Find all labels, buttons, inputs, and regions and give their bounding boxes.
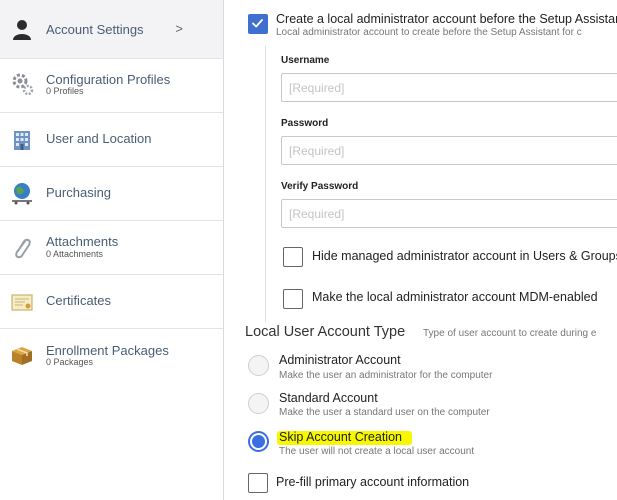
sidebar-item-account-settings[interactable]: Account Settings > [0,0,223,59]
administrator-account-label: Administrator Account [279,353,401,367]
standard-account-description: Make the user a standard user on the com… [279,407,490,418]
password-field[interactable] [281,136,617,165]
sidebar-item-configuration-profiles[interactable]: Configuration Profiles 0 Profiles [0,59,223,113]
sidebar-item-count: 0 Packages [46,357,94,367]
skip-account-creation-description: The user will not create a local user ac… [279,446,475,457]
sidebar-item-count: 0 Attachments [46,249,104,259]
create-admin-description: Local administrator account to create be… [276,27,582,38]
radio-skip-account-creation[interactable] [248,431,269,452]
sidebar-item-label: Account Settings [46,22,144,37]
create-admin-checkbox[interactable] [248,14,268,34]
prefill-label: Pre-fill primary account information [276,475,470,489]
standard-account-label: Standard Account [279,391,378,405]
sidebar-item-label: Attachments [46,234,119,249]
checkmark-icon [252,19,263,28]
account-type-description: Type of user account to create during e [423,328,597,339]
user-silhouette-icon [13,20,31,40]
hide-admin-checkbox[interactable] [283,247,303,267]
paperclip-icon [15,238,31,259]
chevron-right-icon: > [175,21,183,36]
sidebar-item-label: Purchasing [46,185,112,200]
administrator-account-description: Make the user an administrator for the c… [279,370,493,381]
verify-password-field[interactable] [281,199,617,228]
sidebar-item-enrollment-packages[interactable]: Enrollment Packages 0 Packages [0,329,223,383]
password-label: Password [281,118,329,129]
sidebar-item-count: 0 Profiles [46,86,84,96]
create-admin-label: Create a local administrator account bef… [276,12,617,26]
sidebar-item-label: Configuration Profiles [46,72,171,87]
skip-account-creation-label: Skip Account Creation [279,430,402,444]
certificate-icon [11,294,33,311]
radio-standard-account[interactable] [248,393,269,414]
sidebar-item-label: Certificates [46,293,112,308]
main-panel: Create a local administrator account bef… [224,0,617,500]
sidebar-item-user-and-location[interactable]: User and Location [0,113,223,167]
sidebar-item-attachments[interactable]: Attachments 0 Attachments [0,221,223,275]
hide-admin-label: Hide managed administrator account in Us… [312,249,617,263]
indent-divider [265,46,266,322]
sidebar-item-certificates[interactable]: Certificates [0,275,223,329]
gears-icon [12,73,34,96]
sidebar-item-purchasing[interactable]: Purchasing [0,167,223,221]
sidebar-item-label: Enrollment Packages [46,343,169,358]
mdm-enabled-label: Make the local administrator account MDM… [312,290,598,304]
sidebar: Account Settings > Configuration Profile… [0,0,224,500]
radio-administrator-account[interactable] [248,355,269,376]
verify-password-label: Verify Password [281,181,359,192]
prefill-checkbox[interactable] [248,473,268,493]
building-icon [14,131,30,150]
package-box-icon [12,347,32,365]
account-type-title: Local User Account Type [245,324,406,340]
mdm-enabled-checkbox[interactable] [283,289,303,309]
sidebar-item-label: User and Location [46,131,152,146]
username-field[interactable] [281,73,617,102]
globe-cart-icon [12,183,32,205]
username-label: Username [281,55,330,66]
